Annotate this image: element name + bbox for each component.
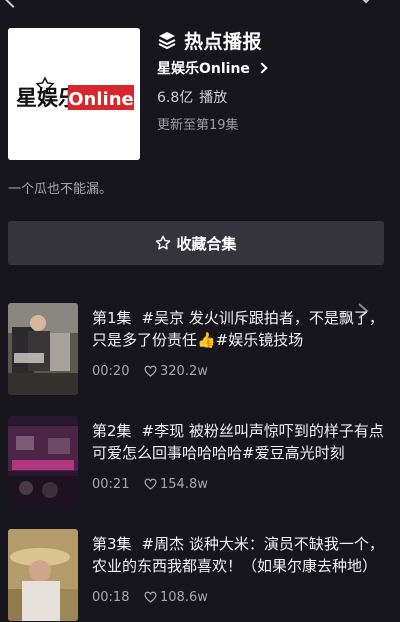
episode-title[interactable]: 第3集 #周杰 谈种大米：演员不缺我一个，农业的东西我都喜欢！（如果尔康去种地） [92, 533, 392, 577]
cover-logo: 星娱乐 Online [8, 28, 140, 160]
episode-duration: 00:20 [92, 363, 130, 379]
episode-number: 第1集 [92, 309, 132, 327]
play-count: 6.8亿 播放 [157, 87, 392, 107]
episode-duration: 00:21 [92, 476, 130, 492]
episode-meta: 00:20 320.2w [92, 362, 208, 380]
share-icon[interactable] [357, 0, 375, 4]
episode-item[interactable]: 第1集 #吴京 发火训斥跟拍者，不是飘了，只是多了份责任👍#娱乐镜技场 00:20… [8, 303, 400, 396]
star-outline-icon [156, 235, 171, 250]
collection-title: 热点播报 [184, 30, 263, 53]
author-name[interactable]: 星娱乐Online [157, 58, 250, 78]
update-status: 更新至第19集 [157, 118, 239, 133]
back-icon[interactable] [3, 0, 23, 8]
collection-info: 热点播报 星娱乐Online 6.8亿 播放 更新至第19集 [157, 28, 392, 133]
episode-title[interactable]: 第2集 #李现 被粉丝叫声惊吓到的样子有点可爱怎么回事哈哈哈哈#爱豆高光时刻 [92, 420, 392, 464]
episode-likes: 154.8w [160, 476, 208, 492]
play-count-label: 播放 [199, 90, 228, 106]
episode-title-text: #吴京 发火训斥跟拍者，不是飘了，只是多了份责任👍#娱乐镜技场 [92, 309, 384, 349]
episode-thumbnail[interactable] [8, 529, 78, 621]
episode-item[interactable]: 第3集 #周杰 谈种大米：演员不缺我一个，农业的东西我都喜欢！（如果尔康去种地） … [8, 529, 400, 622]
author-link[interactable]: 星娱乐Online [157, 58, 392, 78]
play-count-value: 6.8亿 [157, 90, 194, 106]
episode-likes: 108.6w [160, 589, 208, 605]
heart-icon [144, 478, 157, 490]
collect-button[interactable]: 收藏合集 [8, 221, 384, 265]
collection-description: 一个瓜也不能漏。 [8, 182, 113, 197]
episode-meta: 00:18 108.6w [92, 588, 208, 606]
episode-likes: 320.2w [160, 363, 208, 379]
episode-title-text: #周杰 谈种大米：演员不缺我一个，农业的东西我都喜欢！（如果尔康去种地） [92, 535, 384, 575]
episode-title-text: #李现 被粉丝叫声惊吓到的样子有点可爱怎么回事哈哈哈哈#爱豆高光时刻 [92, 422, 384, 462]
collection-layers-icon [158, 32, 176, 50]
episode-item[interactable]: 第2集 #李现 被粉丝叫声惊吓到的样子有点可爱怎么回事哈哈哈哈#爱豆高光时刻 00… [8, 416, 400, 509]
heart-icon [144, 365, 157, 377]
episode-thumbnail[interactable] [8, 416, 78, 508]
episode-number: 第3集 [92, 535, 132, 553]
episode-title[interactable]: 第1集 #吴京 发火训斥跟拍者，不是飘了，只是多了份责任👍#娱乐镜技场 [92, 307, 392, 351]
episode-meta: 00:21 154.8w [92, 475, 208, 493]
chevron-right-icon [256, 62, 268, 74]
cover-text-en: Online [68, 89, 133, 110]
episode-thumbnail[interactable] [8, 303, 78, 395]
episode-number: 第2集 [92, 422, 132, 440]
collection-cover[interactable]: 星娱乐 Online [8, 28, 140, 160]
collect-button-label: 收藏合集 [176, 234, 237, 253]
heart-icon [144, 591, 157, 603]
episode-duration: 00:18 [92, 589, 130, 605]
top-bar [0, 0, 400, 8]
